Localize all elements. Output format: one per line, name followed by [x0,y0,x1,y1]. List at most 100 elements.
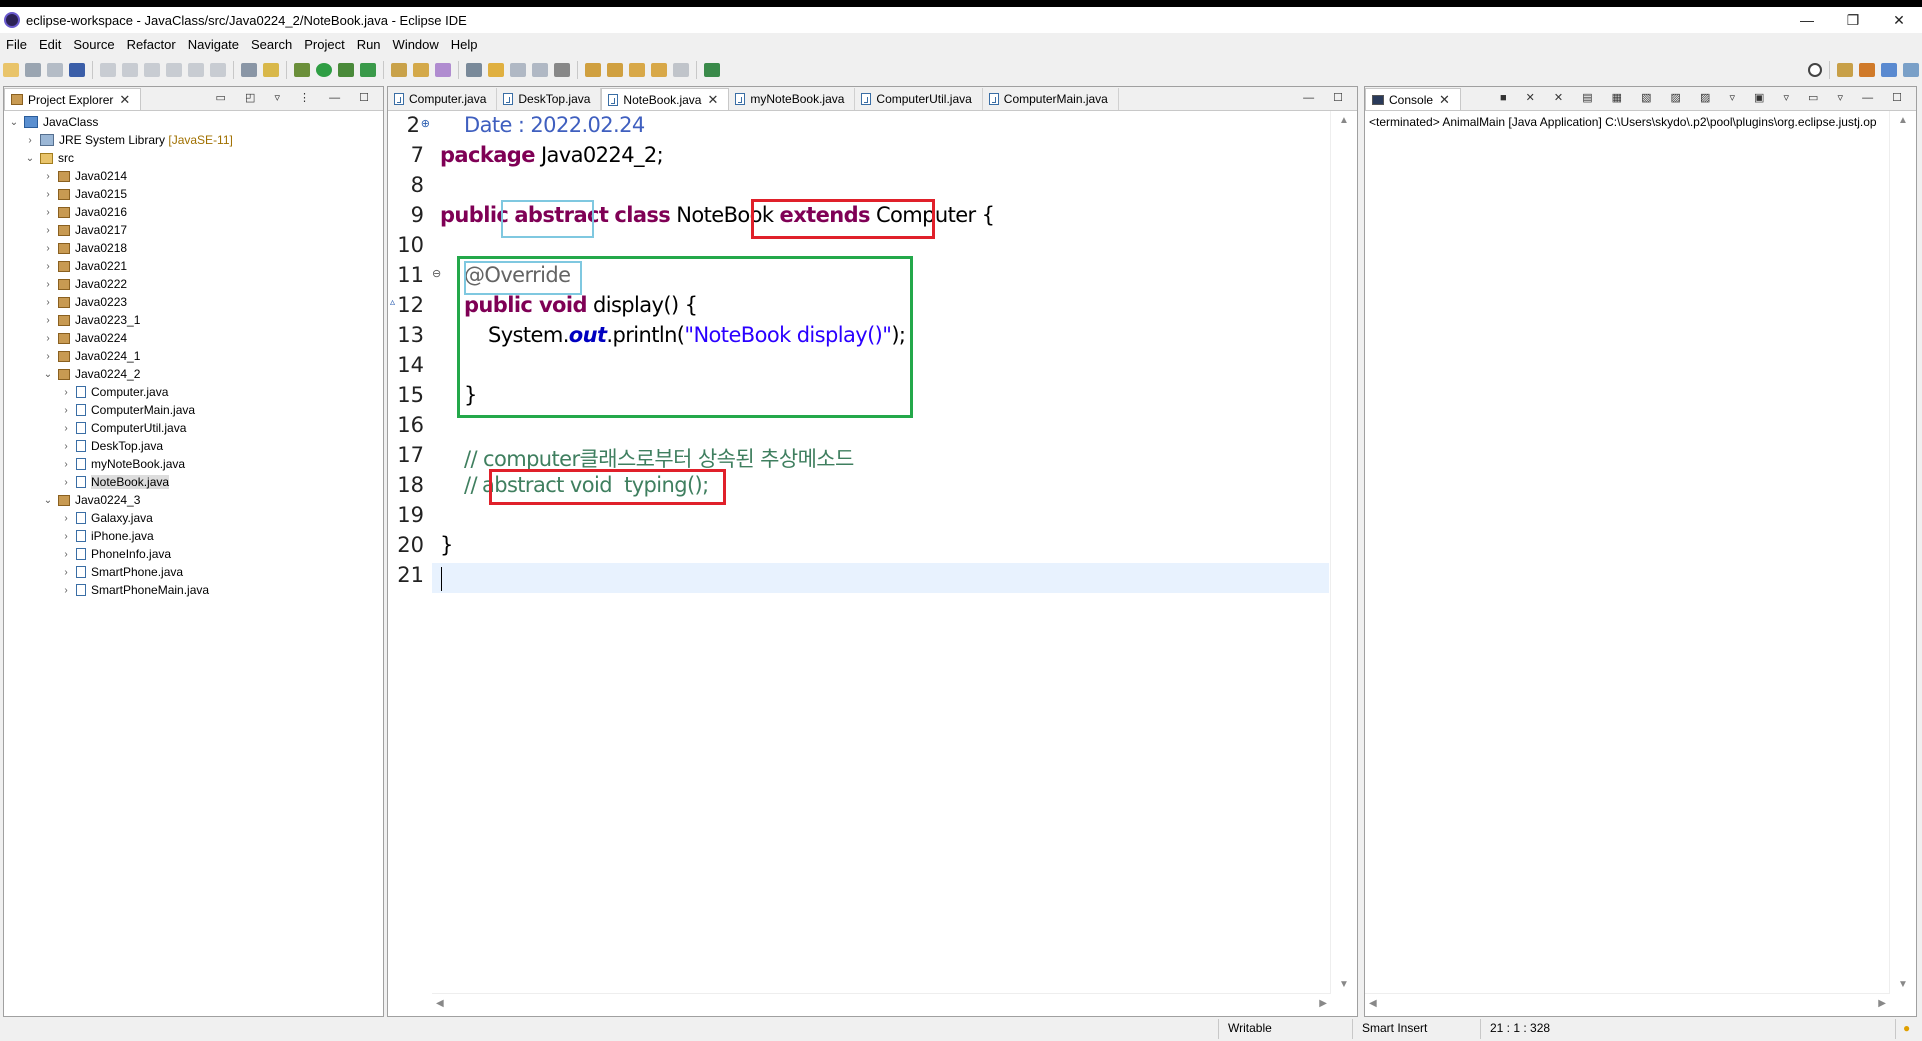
annotation-icon[interactable] [466,63,482,77]
tree-item-file[interactable]: › iPhone.java [60,527,153,545]
chevron-down-icon[interactable]: ⌄ [8,117,20,128]
tree-item-package[interactable]: › Java0218 [42,239,127,257]
chevron-right-icon[interactable]: › [42,225,54,236]
tree-item-package-expanded[interactable]: ⌄ Java0224_2 [42,365,141,383]
console-view-controls[interactable]: ■ ✕ ✕ ▤ ▦ ▧ ▨ ▨ ▿ ▣ ▿ ▭ ▿ — ☐ [1500,91,1910,104]
scroll-up-icon[interactable]: ▲ [1339,115,1349,126]
resume-icon[interactable] [100,63,116,77]
close-icon[interactable]: ✕ [1439,92,1450,108]
chevron-down-icon[interactable]: ⌄ [24,153,36,164]
chevron-right-icon[interactable]: › [42,297,54,308]
collapse-fold-icon[interactable]: ⊖ [432,267,441,280]
chevron-right-icon[interactable]: › [60,531,72,542]
tree-item-package[interactable]: › Java0223_1 [42,311,140,329]
skip-breakpoints-icon[interactable] [241,63,257,77]
chevron-right-icon[interactable]: › [42,243,54,254]
terminal-icon[interactable] [69,63,85,77]
menu-refactor[interactable]: Refactor [121,37,182,52]
lightbulb-icon[interactable]: ● [1903,1021,1910,1035]
next-annotation-icon[interactable] [585,63,601,77]
block-selection-icon[interactable] [510,63,526,77]
scroll-right-icon[interactable]: ▶ [1878,998,1886,1009]
console-horizontal-scrollbar[interactable]: ◀ ▶ [1365,993,1890,1016]
new-icon[interactable] [3,63,19,77]
tree-item-package[interactable]: › Java0216 [42,203,127,221]
scroll-down-icon[interactable]: ▼ [1339,979,1349,990]
coverage-icon[interactable] [338,63,354,77]
last-edit-icon[interactable] [629,63,645,77]
chevron-right-icon[interactable]: › [24,135,36,146]
show-whitespace-icon[interactable] [554,63,570,77]
chevron-right-icon[interactable]: › [60,549,72,560]
tree-item-package[interactable]: › Java0215 [42,185,127,203]
scroll-up-icon[interactable]: ▲ [1898,115,1908,126]
tree-item-file[interactable]: › SmartPhone.java [60,563,183,581]
save-all-icon[interactable] [47,63,63,77]
chevron-right-icon[interactable]: › [42,333,54,344]
chevron-right-icon[interactable]: › [60,387,72,398]
tree-item-package[interactable]: › Java0222 [42,275,127,293]
save-icon[interactable] [25,63,41,77]
close-icon[interactable]: ✕ [119,92,130,108]
tree-item-file[interactable]: › SmartPhoneMain.java [60,581,209,599]
tab-computermain-java[interactable]: ComputerMain.java [983,88,1119,110]
external-tools-icon[interactable] [360,63,376,77]
forward-icon[interactable] [673,63,689,77]
chevron-right-icon[interactable]: › [60,513,72,524]
close-window-button[interactable]: ✕ [1876,7,1922,33]
chevron-right-icon[interactable]: › [42,207,54,218]
chevron-right-icon[interactable]: › [60,423,72,434]
debug-icon[interactable] [294,63,310,77]
tree-item-jre[interactable]: › JRE System Library [JavaSE-11] [24,131,233,149]
tab-mynotebook-java[interactable]: myNoteBook.java [729,88,856,110]
terminate-icon[interactable] [144,63,160,77]
chevron-right-icon[interactable]: › [60,459,72,470]
menu-edit[interactable]: Edit [33,37,67,52]
tab-desktop-java[interactable]: DeskTop.java [497,88,602,110]
menu-navigate[interactable]: Navigate [182,37,245,52]
chevron-right-icon[interactable]: › [60,441,72,452]
chevron-right-icon[interactable]: › [60,405,72,416]
editor-view-controls[interactable]: — ☐ [1303,91,1351,104]
tree-item-file[interactable]: › DeskTop.java [60,437,163,455]
chevron-right-icon[interactable]: › [42,279,54,290]
minimize-button[interactable]: — [1784,7,1830,33]
disconnect-icon[interactable] [166,63,182,77]
explorer-view-controls[interactable]: ▭ ◰ ▿ ⋮ — ☐ [216,91,377,104]
menu-source[interactable]: Source [67,37,120,52]
chevron-right-icon[interactable]: › [42,189,54,200]
search-icon[interactable] [1808,63,1822,77]
chevron-down-icon[interactable]: ⌄ [42,495,54,506]
tab-computerutil-java[interactable]: ComputerUtil.java [855,88,983,110]
menu-run[interactable]: Run [351,37,387,52]
menu-window[interactable]: Window [387,37,445,52]
editor-horizontal-scrollbar[interactable]: ◀ ▶ [432,993,1331,1016]
chevron-right-icon[interactable]: › [60,567,72,578]
scroll-left-icon[interactable]: ◀ [1369,998,1377,1009]
word-wrap-icon[interactable] [532,63,548,77]
new-java-project-icon[interactable] [391,63,407,77]
editor-vertical-scrollbar[interactable]: ▲ ▼ [1330,111,1357,994]
tree-item-file[interactable]: › PhoneInfo.java [60,545,171,563]
restore-button[interactable]: ❐ [1830,7,1876,33]
tree-item-package[interactable]: › Java0224 [42,329,127,347]
open-type-icon[interactable] [413,63,429,77]
back-icon[interactable] [651,63,667,77]
scroll-down-icon[interactable]: ▼ [1898,979,1908,990]
close-icon[interactable]: ✕ [707,92,718,108]
tree-item-package[interactable]: › Java0221 [42,257,127,275]
tab-notebook-java[interactable]: NoteBook.java ✕ [601,88,730,110]
tree-item-package[interactable]: › Java0217 [42,221,127,239]
code-editor[interactable]: 2 ⊕ 7 8 9 10 11 12 ▵ 13 14 15 16 17 18 1… [388,111,1357,1016]
menu-file[interactable]: File [0,37,33,52]
chevron-right-icon[interactable]: › [42,351,54,362]
menu-project[interactable]: Project [298,37,350,52]
java-perspective-icon[interactable] [1881,63,1897,77]
chevron-down-icon[interactable]: ⌄ [42,369,54,380]
chevron-right-icon[interactable]: › [60,585,72,596]
tab-computer-java[interactable]: Computer.java [388,88,498,110]
tree-item-file[interactable]: › ComputerUtil.java [60,419,186,437]
step-into-icon[interactable] [188,63,204,77]
chevron-right-icon[interactable]: › [60,477,72,488]
menu-help[interactable]: Help [445,37,484,52]
